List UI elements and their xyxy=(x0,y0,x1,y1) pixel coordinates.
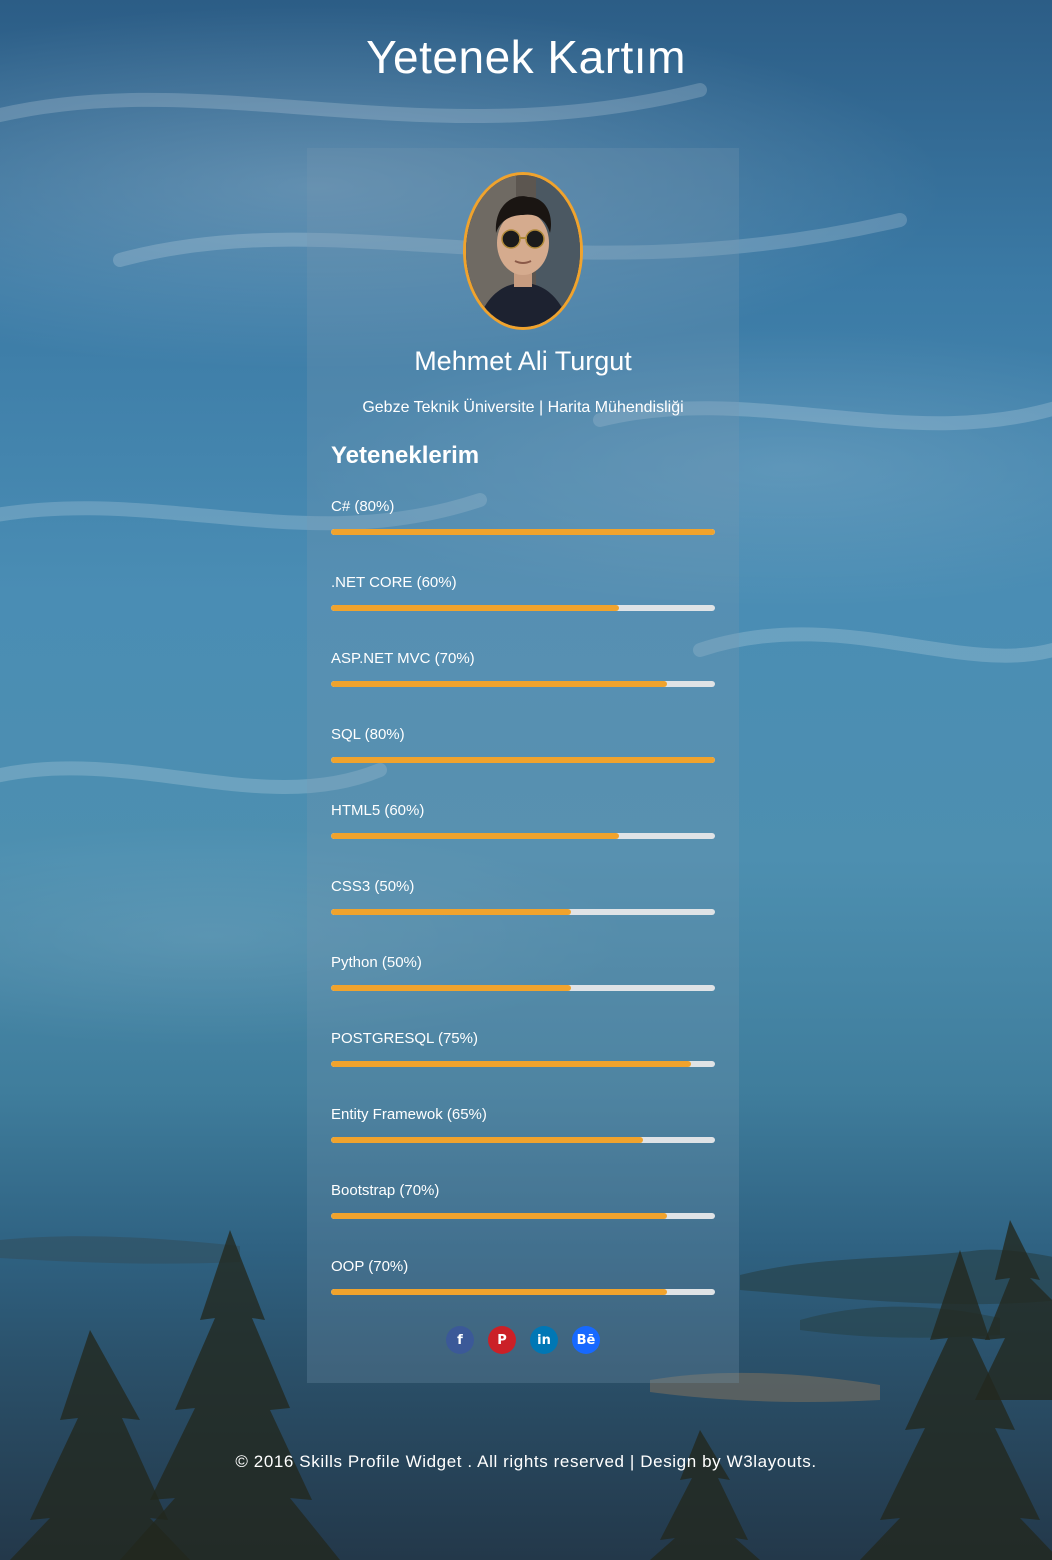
profile-subtitle: Gebze Teknik Üniversite | Harita Mühendi… xyxy=(362,399,684,416)
skill-label: Entity Framewok (65%) xyxy=(331,1106,487,1123)
skill-progress-track xyxy=(331,833,715,839)
skill-item: Python (50%) xyxy=(331,952,715,1028)
skill-label: HTML5 (60%) xyxy=(331,802,425,819)
skill-progress-fill xyxy=(331,1137,643,1143)
skills-heading: Yeteneklerim xyxy=(331,442,480,469)
skill-label: OOP (70%) xyxy=(331,1258,409,1275)
skill-progress-track xyxy=(331,605,715,611)
linkedin-button[interactable]: in xyxy=(530,1326,558,1354)
skill-progress-track xyxy=(331,1289,715,1295)
skill-progress-track xyxy=(331,985,715,991)
skill-label: CSS3 (50%) xyxy=(331,878,415,895)
skill-progress-track xyxy=(331,1061,715,1067)
skill-progress-fill xyxy=(331,1213,667,1219)
skill-progress-fill xyxy=(331,909,571,915)
skill-progress-track xyxy=(331,909,715,915)
social-links: f Pin Bē xyxy=(307,1326,739,1354)
skill-progress-fill xyxy=(331,757,715,763)
skill-item: POSTGRESQL (75%) xyxy=(331,1028,715,1104)
skill-label: C# (80%) xyxy=(331,498,395,515)
skill-label: SQL (80%) xyxy=(331,726,405,743)
skill-item: Bootstrap (70%) xyxy=(331,1180,715,1256)
pinterest-icon: P xyxy=(497,1332,507,1348)
linkedin-icon: in xyxy=(537,1332,551,1348)
skill-label: ASP.NET MVC (70%) xyxy=(331,650,475,667)
pinterest-button[interactable]: P xyxy=(488,1326,516,1354)
facebook-button[interactable]: f xyxy=(446,1326,474,1354)
skill-progress-fill xyxy=(331,1289,667,1295)
skill-item: CSS3 (50%) xyxy=(331,876,715,952)
skill-item: SQL (80%) xyxy=(331,724,715,800)
skill-progress-track xyxy=(331,529,715,535)
avatar xyxy=(463,172,583,330)
skill-progress-fill xyxy=(331,833,619,839)
facebook-icon: f xyxy=(457,1332,463,1348)
skill-item: HTML5 (60%) xyxy=(331,800,715,876)
skill-label: Bootstrap (70%) xyxy=(331,1182,440,1199)
footer-copyright: © 2016 Skills Profile Widget . All right… xyxy=(235,1452,817,1471)
skill-label: Python (50%) xyxy=(331,954,422,971)
skill-item: OOP (70%) xyxy=(331,1256,715,1332)
skill-item: .NET CORE (60%) xyxy=(331,572,715,648)
behance-button[interactable]: Bē xyxy=(572,1326,600,1354)
skills-list: C# (80%) .NET CORE (60%) ASP.NET MVC (70%)… xyxy=(331,496,715,1332)
skill-item: Entity Framewok (65%) xyxy=(331,1104,715,1180)
skill-progress-fill xyxy=(331,1061,691,1067)
skill-progress-fill xyxy=(331,681,667,687)
skill-progress-fill xyxy=(331,529,715,535)
skill-progress-fill xyxy=(331,605,619,611)
skill-item: ASP.NET MVC (70%) xyxy=(331,648,715,724)
skill-progress-track xyxy=(331,681,715,687)
skill-progress-track xyxy=(331,757,715,763)
profile-name: Mehmet Ali Turgut xyxy=(414,346,632,376)
page-title: Yetenek Kartım xyxy=(366,31,686,83)
skill-progress-track xyxy=(331,1137,715,1143)
profile-card: Mehmet Ali Turgut Gebze Teknik Üniversit… xyxy=(307,148,739,1383)
skill-label: .NET CORE (60%) xyxy=(331,574,457,591)
avatar-photo xyxy=(466,175,580,327)
skill-progress-track xyxy=(331,1213,715,1219)
skill-label: POSTGRESQL (75%) xyxy=(331,1030,478,1047)
skill-item: C# (80%) xyxy=(331,496,715,572)
skill-progress-fill xyxy=(331,985,571,991)
behance-icon: Bē xyxy=(576,1332,596,1348)
